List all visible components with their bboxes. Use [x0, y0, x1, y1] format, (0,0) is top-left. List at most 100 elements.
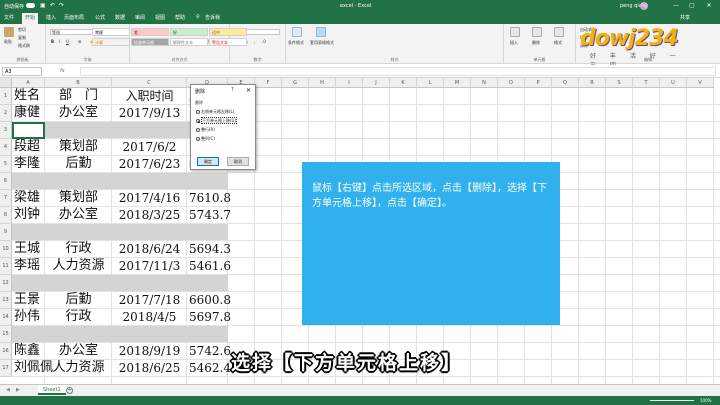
- share-button[interactable]: 共享: [680, 14, 690, 21]
- row-header[interactable]: 10: [0, 241, 12, 258]
- column-header[interactable]: L: [417, 78, 444, 88]
- column-header[interactable]: S: [606, 78, 633, 88]
- tab-insert[interactable]: 插入: [46, 14, 56, 21]
- save-icon[interactable]: ▣: [40, 2, 46, 9]
- table-cell[interactable]: [45, 326, 112, 342]
- table-cell[interactable]: [14, 173, 47, 189]
- option-shift-left[interactable]: 右侧单元格左移(L): [196, 108, 234, 115]
- avatar[interactable]: PQ: [640, 2, 648, 10]
- table-cell[interactable]: [45, 173, 112, 189]
- insert-cells-button[interactable]: 插入: [510, 40, 518, 46]
- table-cell[interactable]: 2018/4/5: [112, 309, 187, 325]
- row-header[interactable]: 14: [0, 309, 12, 326]
- table-cell[interactable]: 2018/3/25: [112, 207, 187, 223]
- tab-help[interactable]: 帮助: [175, 14, 185, 21]
- cell-style-item[interactable]: 计算: [92, 38, 130, 46]
- selected-empty-row[interactable]: [12, 326, 228, 342]
- increase-decimal-icon[interactable]: .0: [262, 39, 266, 44]
- maximize-icon[interactable]: ▢: [686, 1, 698, 11]
- selected-empty-row[interactable]: [12, 275, 228, 291]
- tab-review[interactable]: 审阅: [135, 14, 145, 21]
- table-cell[interactable]: 姓名: [14, 88, 47, 104]
- fx-icon[interactable]: fx: [60, 68, 65, 74]
- column-header[interactable]: G: [282, 78, 309, 88]
- underline-icon[interactable]: U: [66, 39, 69, 44]
- table-row[interactable]: 刘佩佩 人力资源 2018/6/25 5462.4: [12, 360, 231, 376]
- format-as-table-button[interactable]: 套用表格格式: [310, 40, 334, 46]
- conditional-format-icon[interactable]: [292, 27, 302, 37]
- cell-style-item[interactable]: 警告文本: [209, 38, 247, 46]
- column-header[interactable]: N: [471, 78, 498, 88]
- table-cell[interactable]: [14, 275, 47, 291]
- redo-icon[interactable]: ↷: [59, 2, 64, 9]
- table-cell[interactable]: 人力资源: [45, 360, 112, 376]
- table-cell[interactable]: 2017/4/16: [112, 190, 187, 206]
- table-cell[interactable]: 办公室: [45, 343, 112, 359]
- name-box[interactable]: A3: [2, 67, 42, 76]
- table-row[interactable]: 孙伟 行政 2018/4/5 5697.8: [12, 309, 231, 325]
- table-cell[interactable]: 5743.7: [187, 207, 247, 223]
- select-all-corner[interactable]: [0, 78, 12, 88]
- tab-file[interactable]: 文件: [4, 14, 14, 21]
- table-cell[interactable]: 入职时间: [112, 88, 187, 104]
- selected-empty-row[interactable]: [12, 224, 228, 240]
- table-cell[interactable]: [14, 326, 47, 342]
- table-cell[interactable]: 办公室: [45, 105, 112, 121]
- table-cell[interactable]: 后勤: [45, 156, 112, 172]
- tab-home[interactable]: 开始: [22, 13, 39, 24]
- delete-cells-icon[interactable]: [532, 27, 542, 37]
- italic-icon[interactable]: I: [59, 39, 60, 44]
- table-cell[interactable]: 5694.3: [187, 241, 247, 257]
- active-cell[interactable]: [12, 122, 45, 139]
- table-row[interactable]: 刘钟 办公室 2018/3/25 5743.7: [12, 207, 231, 223]
- conditional-format-button[interactable]: 条件格式: [288, 40, 304, 46]
- column-header[interactable]: T: [633, 78, 660, 88]
- format-as-table-icon[interactable]: [316, 27, 326, 37]
- tab-view[interactable]: 视图: [155, 14, 165, 21]
- bold-icon[interactable]: B: [51, 39, 54, 44]
- table-cell[interactable]: [112, 275, 187, 291]
- formula-input[interactable]: [80, 67, 716, 76]
- table-cell[interactable]: 2017/6/23: [112, 156, 187, 172]
- radio-selected-icon[interactable]: [196, 119, 200, 123]
- add-sheet-icon[interactable]: +: [66, 387, 73, 394]
- table-cell[interactable]: [14, 224, 47, 240]
- cancel-button[interactable]: 取消: [227, 157, 249, 166]
- tab-page-layout[interactable]: 页面布局: [64, 14, 84, 21]
- column-header[interactable]: A: [12, 78, 45, 88]
- prev-sheet-icon[interactable]: ◀: [6, 387, 10, 393]
- row-header[interactable]: 7: [0, 190, 12, 207]
- option-entire-row[interactable]: 整行(R): [196, 126, 215, 133]
- table-cell[interactable]: 2017/6/2: [112, 139, 187, 155]
- table-cell[interactable]: 5697.8: [187, 309, 247, 325]
- cut-button[interactable]: 剪切: [18, 27, 26, 33]
- cell-style-item[interactable]: 适中: [209, 28, 247, 36]
- table-cell[interactable]: 办公室: [45, 207, 112, 223]
- option-shift-up[interactable]: 下方单元格上移(U): [196, 117, 238, 124]
- column-header[interactable]: F: [255, 78, 282, 88]
- table-cell[interactable]: 2017/7/18: [112, 292, 187, 308]
- table-cell[interactable]: [112, 122, 187, 138]
- table-cell[interactable]: 策划部: [45, 190, 112, 206]
- table-cell[interactable]: 5461.6: [187, 258, 247, 274]
- insert-cells-icon[interactable]: [510, 27, 520, 37]
- cell-style-item[interactable]: 好: [170, 28, 208, 36]
- row-header[interactable]: 2: [0, 105, 12, 122]
- table-cell[interactable]: [187, 275, 247, 291]
- table-cell[interactable]: 康健: [14, 105, 47, 121]
- comma-icon[interactable]: ,: [254, 39, 255, 44]
- column-header[interactable]: J: [363, 78, 390, 88]
- sheet-tab[interactable]: Sheet1: [38, 385, 66, 395]
- row-header[interactable]: 12: [0, 275, 12, 292]
- row-header[interactable]: 8: [0, 207, 12, 224]
- row-header[interactable]: 1: [0, 88, 12, 105]
- radio-icon[interactable]: [196, 128, 200, 132]
- table-cell[interactable]: 行政: [45, 309, 112, 325]
- zoom-level[interactable]: 100%: [700, 398, 711, 403]
- table-cell[interactable]: 行政: [45, 241, 112, 257]
- table-cell[interactable]: [187, 326, 247, 342]
- table-cell[interactable]: [187, 224, 247, 240]
- close-icon[interactable]: ✕: [703, 1, 715, 11]
- tell-me-search[interactable]: 告诉我: [205, 14, 220, 21]
- next-sheet-icon[interactable]: ▶: [16, 387, 20, 393]
